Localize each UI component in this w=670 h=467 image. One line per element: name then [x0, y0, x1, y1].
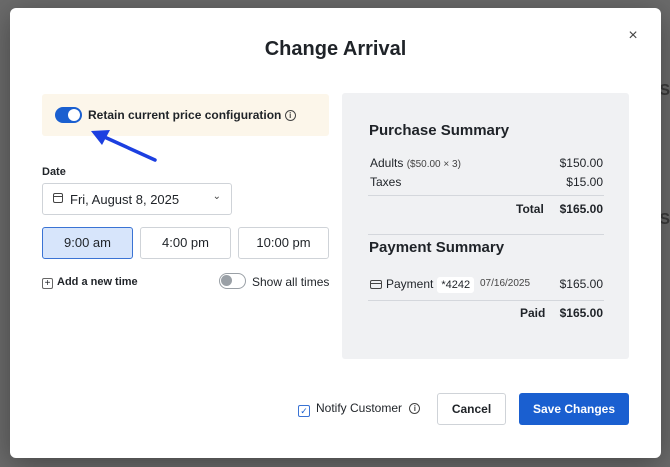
total-amount: $165.00: [559, 202, 603, 216]
info-icon[interactable]: i: [284, 110, 296, 122]
show-all-times-label: Show all times: [252, 275, 330, 289]
divider: [368, 234, 604, 235]
retain-price-text: Retain current price configuration: [88, 108, 282, 122]
payment-date: 07/16/2025: [480, 278, 531, 289]
total-label: Total: [516, 202, 544, 216]
divider: [368, 195, 604, 196]
payment-label: Payment: [386, 277, 434, 291]
save-changes-button[interactable]: Save Changes: [519, 393, 629, 425]
retain-price-panel: Retain current price configuration i: [42, 94, 329, 136]
cancel-button[interactable]: Cancel: [437, 393, 506, 425]
payment-row: Payment *4242 07/16/2025 $165.00: [370, 277, 603, 295]
retain-price-label: Retain current price configuration i: [88, 108, 296, 122]
change-arrival-modal: Change Arrival × Retain current price co…: [10, 8, 661, 458]
retain-price-toggle[interactable]: [55, 107, 82, 123]
adults-detail: ($50.00 × 3): [406, 159, 461, 170]
total-row: Total $165.00: [370, 202, 603, 218]
add-new-time-link[interactable]: + Add a new time: [42, 276, 138, 289]
card-last4-chip: *4242: [437, 277, 475, 293]
date-value: Fri, August 8, 2025: [70, 192, 180, 207]
time-option-900am[interactable]: 9:00 am: [42, 227, 133, 259]
adults-amount: $150.00: [559, 156, 603, 170]
divider: [368, 300, 604, 301]
summary-panel: Purchase Summary Adults ($50.00 × 3) $15…: [342, 93, 629, 359]
date-label: Date: [42, 166, 66, 178]
adults-row: Adults ($50.00 × 3) $150.00: [370, 156, 603, 172]
notify-customer-checkbox[interactable]: ✓ Notify Customer i: [298, 401, 421, 417]
taxes-row: Taxes $15.00: [370, 175, 603, 191]
payment-summary-title: Payment Summary: [369, 239, 505, 256]
plus-icon: +: [42, 278, 53, 289]
calendar-icon: [53, 193, 63, 203]
modal-title: Change Arrival: [264, 38, 407, 60]
close-icon[interactable]: ×: [625, 28, 641, 44]
annotation-arrow-icon: [91, 130, 157, 162]
paid-row: Paid $165.00: [370, 306, 603, 322]
credit-card-icon: [370, 280, 382, 289]
toggle-knob: [221, 275, 232, 286]
toggle-knob: [68, 109, 80, 121]
time-option-1000pm[interactable]: 10:00 pm: [238, 227, 329, 259]
notify-customer-label: Notify Customer: [316, 401, 403, 415]
paid-amount: $165.00: [559, 306, 603, 320]
show-all-times-toggle[interactable]: [219, 273, 246, 289]
time-option-400pm[interactable]: 4:00 pm: [140, 227, 231, 259]
checkmark-icon: ✓: [298, 405, 310, 417]
adults-label: Adults: [370, 156, 404, 170]
chevron-down-icon: ⌄: [212, 191, 221, 202]
date-select[interactable]: Fri, August 8, 2025 ⌄: [42, 183, 232, 215]
taxes-label: Taxes: [370, 175, 402, 189]
info-icon[interactable]: i: [409, 403, 421, 415]
purchase-summary-title: Purchase Summary: [369, 122, 510, 139]
payment-amount: $165.00: [559, 277, 603, 291]
taxes-amount: $15.00: [566, 175, 603, 189]
paid-label: Paid: [520, 306, 546, 320]
add-new-time-label: Add a new time: [57, 276, 138, 288]
